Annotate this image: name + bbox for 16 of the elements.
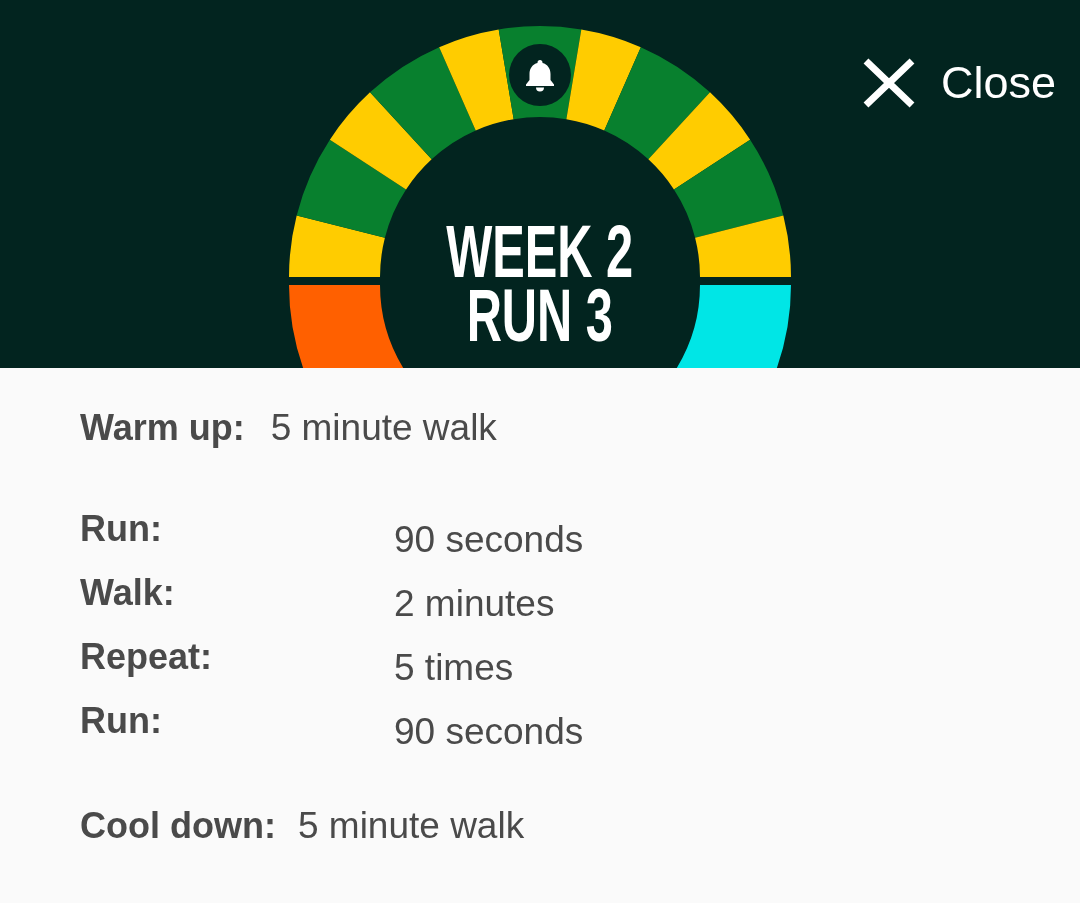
cool-down-value: 5 minute walk bbox=[297, 804, 525, 847]
step-value: 90 seconds bbox=[394, 518, 584, 561]
cool-down-label: Cool down: bbox=[80, 804, 276, 847]
workout-title: WEEK 2 RUN 3 bbox=[446, 219, 634, 347]
step-label: Walk: bbox=[80, 571, 175, 614]
step-value: 90 seconds bbox=[394, 710, 584, 753]
bell-icon bbox=[509, 44, 571, 106]
close-icon bbox=[862, 58, 915, 108]
step-value: 2 minutes bbox=[394, 582, 555, 625]
step-label: Run: bbox=[80, 507, 162, 550]
step-label: Run: bbox=[80, 699, 162, 742]
close-button[interactable]: Close bbox=[862, 57, 1056, 109]
warm-up-label: Warm up: bbox=[80, 406, 245, 449]
step-label: Repeat: bbox=[80, 635, 213, 678]
warm-up-value: 5 minute walk bbox=[270, 406, 497, 449]
step-value: 5 times bbox=[394, 646, 514, 689]
